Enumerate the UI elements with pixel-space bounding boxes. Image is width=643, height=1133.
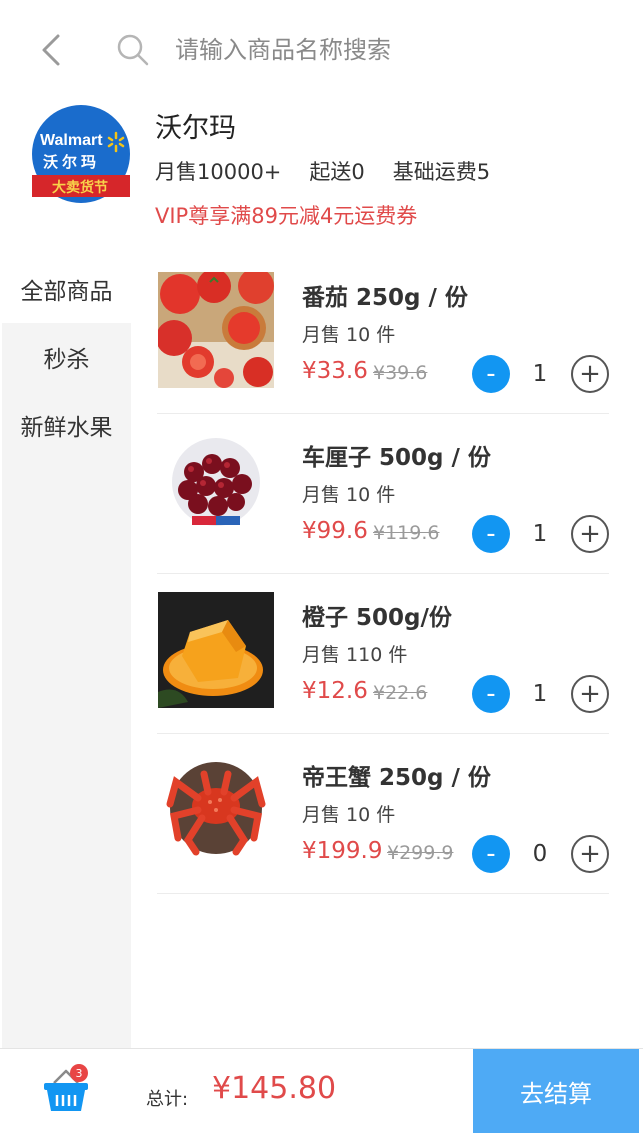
product-sales: 月售 10 件 <box>302 484 396 506</box>
minus-icon: - <box>486 359 496 389</box>
quantity-value: 1 <box>532 681 548 707</box>
product-name: 帝王蟹 250g / 份 <box>302 765 491 791</box>
decrease-button[interactable]: - <box>472 835 510 873</box>
tomato-image <box>158 272 274 388</box>
svg-text:Walmart: Walmart <box>40 132 103 149</box>
product-original-price: ¥39.6 <box>373 362 428 384</box>
checkout-button[interactable]: 去结算 <box>473 1049 639 1133</box>
product-item-king-crab[interactable]: 帝王蟹 250g / 份 月售 10 件 ¥199.9 ¥299.9 - 0 + <box>157 734 609 894</box>
back-button[interactable] <box>34 30 70 70</box>
minus-icon: - <box>486 679 496 709</box>
product-name: 橙子 500g/份 <box>302 605 452 631</box>
product-name: 番茄 250g / 份 <box>302 285 468 311</box>
decrease-button[interactable]: - <box>472 675 510 713</box>
chevron-left-icon <box>42 34 60 66</box>
product-sales: 月售 10 件 <box>302 804 396 826</box>
cart-bar: 3 总计: ¥145.80 去结算 <box>0 1048 643 1133</box>
cherry-image <box>158 432 274 548</box>
increase-button[interactable]: + <box>571 355 609 393</box>
plus-icon: + <box>579 359 601 389</box>
orange-image <box>158 592 274 708</box>
svg-text:沃尔玛: 沃尔玛 <box>43 153 100 171</box>
product-price: ¥199.9 <box>302 838 383 864</box>
plus-icon: + <box>579 839 601 869</box>
search-icon <box>117 34 149 66</box>
increase-button[interactable]: + <box>571 835 609 873</box>
svg-text:大卖货节: 大卖货节 <box>52 179 108 196</box>
category-flash-sale[interactable]: 秒杀 <box>2 323 131 391</box>
product-name: 车厘子 500g / 份 <box>302 445 491 471</box>
increase-button[interactable]: + <box>571 515 609 553</box>
product-item-orange[interactable]: 橙子 500g/份 月售 110 件 ¥12.6 ¥22.6 - 1 + <box>157 574 609 734</box>
plus-icon: + <box>579 679 601 709</box>
decrease-button[interactable]: - <box>472 355 510 393</box>
search-input[interactable] <box>175 36 595 64</box>
product-original-price: ¥22.6 <box>373 682 428 704</box>
search-bar[interactable] <box>115 28 615 72</box>
product-original-price: ¥119.6 <box>373 522 440 544</box>
top-bar <box>0 0 643 100</box>
store-info: Walmart 沃尔玛 大卖货节 沃尔玛 月售10000+ 起送0 基础运费5 … <box>0 100 643 250</box>
product-item-cherry[interactable]: 车厘子 500g / 份 月售 10 件 ¥99.6 ¥119.6 - 1 + <box>157 414 609 574</box>
minus-icon: - <box>486 839 496 869</box>
category-fresh-fruit[interactable]: 新鲜水果 <box>2 391 131 459</box>
total-label: 总计: <box>146 1089 189 1110</box>
category-sidebar: 全部商品 秒杀 新鲜水果 <box>2 255 131 1048</box>
quantity-value: 1 <box>532 361 548 387</box>
store-name: 沃尔玛 <box>155 113 236 144</box>
product-sales: 月售 110 件 <box>302 644 408 666</box>
product-original-price: ¥299.9 <box>387 842 454 864</box>
vip-promo[interactable]: VIP尊享满89元减4元运费券 <box>155 200 417 230</box>
total-amount: ¥145.80 <box>212 1071 337 1106</box>
minus-icon: - <box>486 519 496 549</box>
category-all[interactable]: 全部商品 <box>2 255 131 323</box>
monthly-sales: 月售10000+ <box>155 160 282 184</box>
base-delivery: 基础运费5 <box>392 160 491 184</box>
increase-button[interactable]: + <box>571 675 609 713</box>
product-item-tomato[interactable]: 番茄 250g / 份 月售 10 件 ¥33.6 ¥39.6 - 1 + <box>157 254 609 414</box>
decrease-button[interactable]: - <box>472 515 510 553</box>
product-price: ¥12.6 <box>302 678 368 704</box>
walmart-logo: Walmart 沃尔玛 大卖货节 <box>32 105 130 203</box>
min-order: 起送0 <box>309 160 365 184</box>
quantity-value: 0 <box>532 841 548 867</box>
product-sales: 月售 10 件 <box>302 324 396 346</box>
cart-count-badge: 3 <box>70 1064 88 1082</box>
store-stats: 月售10000+ 起送0 基础运费5 <box>155 156 490 186</box>
product-list: 番茄 250g / 份 月售 10 件 ¥33.6 ¥39.6 - 1 + 车厘… <box>157 254 609 894</box>
plus-icon: + <box>579 519 601 549</box>
quantity-value: 1 <box>532 521 548 547</box>
product-price: ¥33.6 <box>302 358 368 384</box>
product-price: ¥99.6 <box>302 518 368 544</box>
king-crab-image <box>158 752 274 868</box>
